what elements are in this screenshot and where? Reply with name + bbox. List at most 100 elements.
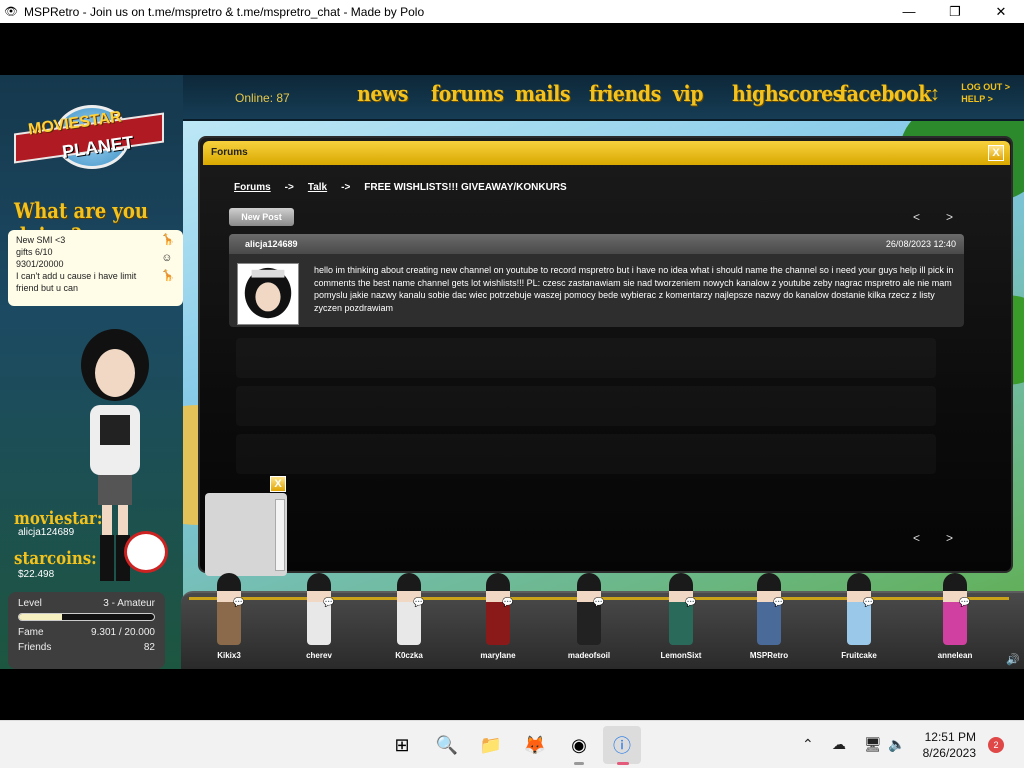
post-author[interactable]: alicja124689 (245, 239, 298, 249)
chat-bubble-icon[interactable]: 💬 (502, 597, 513, 608)
notification-badge[interactable]: 2 (988, 737, 1004, 753)
volume-icon[interactable]: 🔈 (888, 736, 905, 753)
window-title: MSPRetro - Join us on t.me/mspretro & t.… (24, 4, 425, 19)
status-line: friend but u can (16, 283, 79, 293)
breadcrumb-separator: -> (341, 182, 351, 193)
close-chat-button[interactable]: X (270, 476, 286, 492)
chrome-icon[interactable]: ◉ (567, 733, 591, 757)
room-avatar[interactable]: 💬 Kikix3 (199, 573, 259, 671)
prev-page-button[interactable]: < (913, 210, 920, 224)
chat-bubble-icon[interactable]: 💬 (413, 597, 424, 608)
online-count: Online: 87 (235, 91, 290, 105)
nav-friends[interactable]: friends (589, 81, 661, 106)
nav-news[interactable]: news (357, 81, 408, 106)
nav-vip[interactable]: vip (673, 81, 704, 106)
friends-value: 82 (143, 642, 155, 653)
room-avatar[interactable]: 💬 marylane (468, 573, 528, 671)
forums-dialog: Forums X Forums -> Talk -> FREE WISHLIST… (198, 136, 1013, 573)
avatar-name: cherev (306, 651, 332, 660)
avatar-figure (486, 573, 510, 645)
chevron-up-icon[interactable]: ⌃ (802, 736, 814, 753)
avatar-name: Fruitcake (841, 651, 877, 660)
avatar-figure (847, 573, 871, 645)
dog-pet[interactable] (124, 531, 168, 573)
file-explorer-icon[interactable]: 📁 (479, 733, 503, 757)
fame-value: 9.301 / 20.000 (91, 627, 155, 638)
stats-panel: Level 3 - Amateur Fame 9.301 / 20.000 Fr… (8, 592, 165, 669)
smiley-icon[interactable]: ☺ (161, 252, 175, 264)
avatar-figure (577, 573, 601, 645)
chat-bubble-icon[interactable]: 💬 (773, 597, 784, 608)
game-viewport: Online: 87 news forums mails friends vip… (0, 23, 1024, 720)
post-body: hello im thinking about creating new cha… (314, 265, 954, 313)
room-avatar[interactable]: 💬 madeofsoil (559, 573, 619, 671)
room-avatar[interactable]: 💬 cherev (289, 573, 349, 671)
friends-label: Friends (18, 642, 52, 653)
avatar-name: LemonSixt (660, 651, 702, 660)
chat-scrollbar[interactable] (275, 499, 285, 571)
chat-log[interactable] (205, 493, 287, 576)
chat-bubble-icon[interactable]: 💬 (685, 597, 696, 608)
avatar-name: Kikix3 (217, 651, 241, 660)
friends-row: Friends 82 (18, 642, 155, 653)
nav-highscores[interactable]: highscores (732, 81, 843, 106)
starcoins-heading: starcoins: (14, 547, 97, 569)
nav-facebook[interactable]: facebook (839, 81, 931, 106)
firefox-icon[interactable]: 🦊 (523, 733, 547, 757)
chat-bubble-icon[interactable]: 💬 (959, 597, 970, 608)
room-avatar[interactable]: 💬 MSPRetro (739, 573, 799, 671)
giraffe-icon[interactable]: 🦒 (161, 234, 175, 246)
close-forums-button[interactable]: X (988, 145, 1004, 161)
windows-taskbar: ⊞ 🔍 📁 🦊 ◉ ⓘ ⌃ ☁ 🖥 🔈 12:51 PM 8/26/2023 2 (0, 720, 1024, 768)
close-window-button[interactable]: ✕ (978, 0, 1024, 23)
room-avatar[interactable]: 💬 LemonSixt (651, 573, 711, 671)
breadcrumb-forums[interactable]: Forums (234, 182, 271, 193)
search-icon[interactable]: 🔍 (435, 733, 459, 757)
maximize-button[interactable]: ❐ (932, 0, 978, 23)
logout-link[interactable]: LOG OUT > (961, 81, 1010, 93)
help-link[interactable]: HELP > (961, 93, 1010, 105)
avatar-figure (217, 573, 241, 645)
system-clock[interactable]: 12:51 PM 8/26/2023 (923, 729, 976, 761)
windows-start-icon[interactable]: ⊞ (390, 733, 414, 757)
level-row: Level 3 - Amateur (18, 598, 155, 609)
nav-mails[interactable]: mails (515, 81, 571, 106)
level-value: 3 - Amateur (103, 598, 155, 609)
status-reactions: 🦒 ☺ 🦒 (161, 234, 175, 282)
username: alicja124689 (18, 527, 75, 538)
top-navigation: Online: 87 news forums mails friends vip… (183, 75, 1024, 121)
giraffe-icon[interactable]: 🦒 (161, 270, 175, 282)
room-avatar[interactable]: 💬 Fruitcake (829, 573, 889, 671)
post-author-avatar[interactable] (237, 263, 299, 325)
account-links: LOG OUT > HELP > (961, 81, 1010, 105)
breadcrumb-talk[interactable]: Talk (308, 182, 327, 193)
breadcrumb-separator: -> (284, 182, 294, 193)
network-icon[interactable]: 🖥 (864, 736, 882, 753)
status-message[interactable]: New SMI <3 gifts 6/10 9301/20000 I can't… (8, 230, 183, 306)
chat-bubble-icon[interactable]: 💬 (863, 597, 874, 608)
next-page-button[interactable]: > (946, 531, 953, 545)
avatar-figure (397, 573, 421, 645)
avatar-figure (669, 573, 693, 645)
chat-bubble-icon[interactable]: 💬 (593, 597, 604, 608)
onedrive-icon[interactable]: ☁ (832, 736, 846, 753)
avatar-figure (757, 573, 781, 645)
chat-bubble-icon[interactable]: 💬 (323, 597, 334, 608)
next-page-button[interactable]: > (946, 210, 953, 224)
avatar-name: K0czka (395, 651, 423, 660)
moviestarplanet-logo[interactable]: MOVIESTAR PLANET (14, 101, 164, 171)
avatar-name: madeofsoil (567, 651, 611, 660)
room-avatar[interactable]: 💬 annelean (925, 573, 985, 671)
mspretro-app-icon[interactable]: ⓘ (610, 733, 634, 757)
prev-page-button[interactable]: < (913, 531, 920, 545)
speaker-icon[interactable]: 🔊 (1006, 653, 1020, 666)
clock-time: 12:51 PM (924, 730, 976, 744)
chat-bubble-icon[interactable]: 💬 (233, 597, 244, 608)
minimize-button[interactable]: — (886, 0, 932, 23)
room-avatar[interactable]: 💬 K0czka (379, 573, 439, 671)
nav-forums[interactable]: forums (431, 81, 504, 106)
status-line: I can't add u cause i have limit (16, 271, 137, 281)
new-post-button[interactable]: New Post (229, 208, 294, 226)
scroll-arrows-icon[interactable]: ↕ (930, 83, 940, 106)
faded-row (236, 386, 936, 426)
